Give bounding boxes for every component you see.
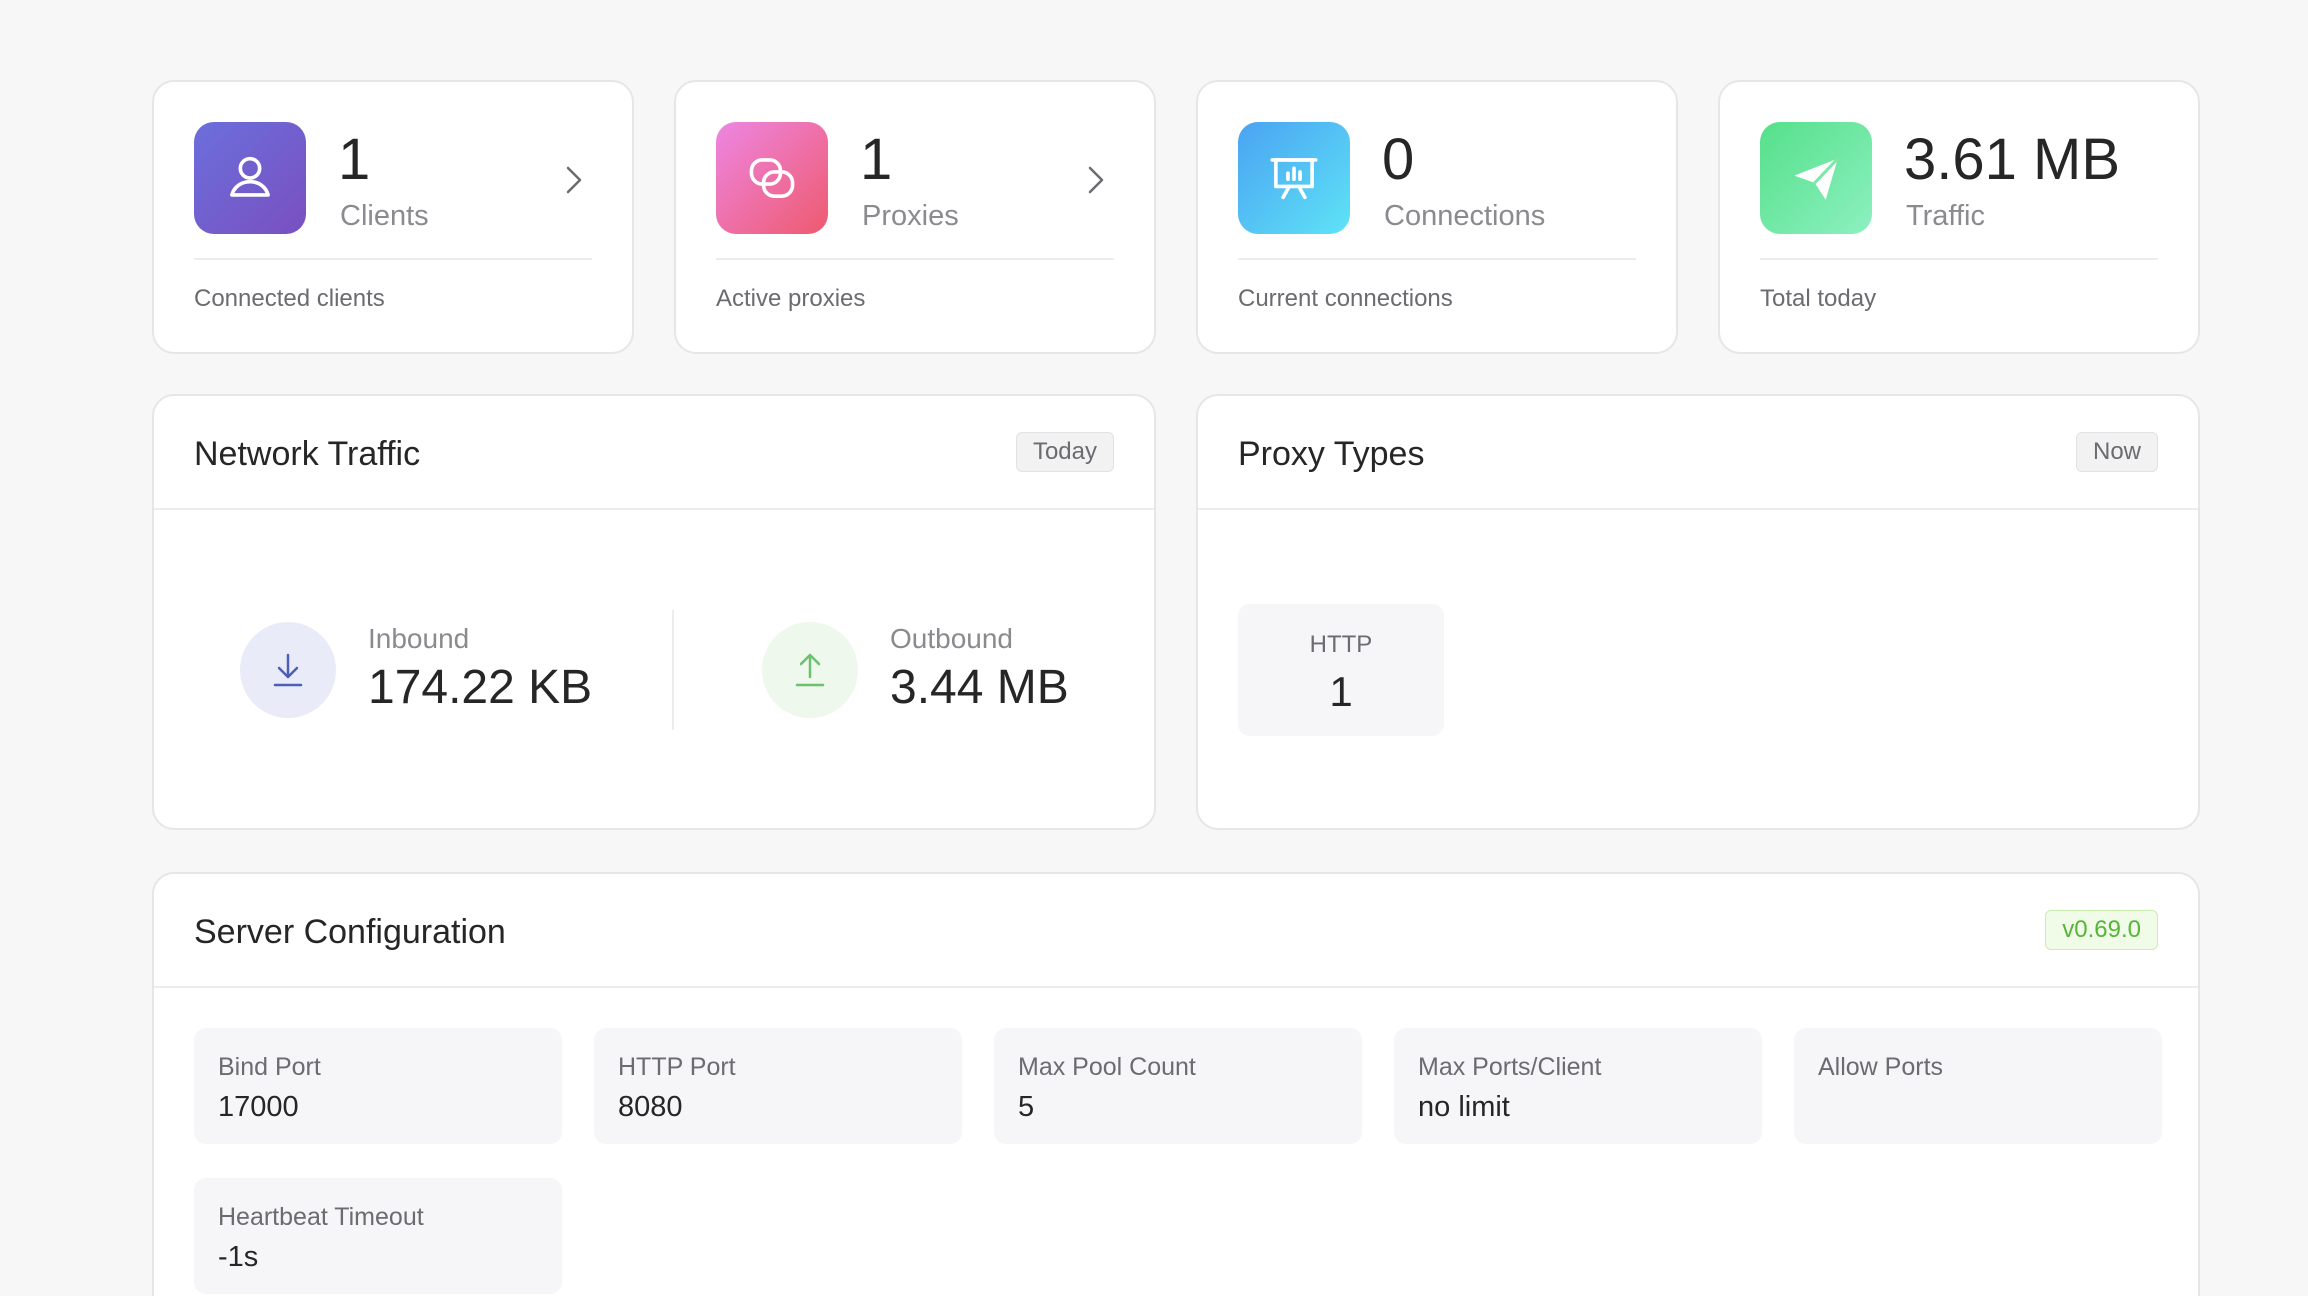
config-label: Max Ports/Client <box>1418 1053 1602 1081</box>
inbound-stat: Inbound 174.22 KB <box>240 622 620 762</box>
proxies-stat-card[interactable]: 1 Proxies Active proxies <box>674 80 1156 354</box>
link-icon <box>716 122 828 234</box>
paper-plane-icon <box>1760 122 1872 234</box>
outbound-stat: Outbound 3.44 MB <box>762 622 1142 762</box>
traffic-label: Traffic <box>1906 200 1985 232</box>
inbound-value: 174.22 KB <box>368 661 593 714</box>
proxies-count: 1 <box>860 127 893 192</box>
proxy-types-panel: Proxy Types Now HTTP 1 <box>1196 394 2200 830</box>
config-value: no limit <box>1418 1091 1510 1123</box>
divider <box>1238 258 1636 260</box>
clients-description: Connected clients <box>194 285 385 312</box>
proxy-type-count: 1 <box>1329 668 1353 715</box>
inbound-label: Inbound <box>368 623 470 654</box>
network-traffic-panel: Network Traffic Today Inbound 174.22 KB … <box>152 394 1156 830</box>
traffic-total: 3.61 MB <box>1904 127 2120 192</box>
proxy-types-title: Proxy Types <box>1238 435 1425 473</box>
chevron-right-icon[interactable] <box>1078 160 1112 200</box>
proxy-type-name: HTTP <box>1309 631 1373 658</box>
proxy-type-item: HTTP 1 <box>1238 604 1444 736</box>
config-item-max-pool-count: Max Pool Count 5 <box>994 1028 1362 1144</box>
config-item-bind-port: Bind Port 17000 <box>194 1028 562 1144</box>
network-traffic-title: Network Traffic <box>194 435 421 473</box>
period-tag: Now <box>2075 432 2158 472</box>
connections-count: 0 <box>1382 127 1415 192</box>
panel-header: Proxy Types Now <box>1198 396 2198 510</box>
config-item-http-port: HTTP Port 8080 <box>594 1028 962 1144</box>
connections-description: Current connections <box>1238 285 1453 312</box>
config-item-max-ports-client: Max Ports/Client no limit <box>1394 1028 1762 1144</box>
connections-stat-card: 0 Connections Current connections <box>1196 80 1678 354</box>
presentation-chart-icon <box>1238 122 1350 234</box>
config-value: 17000 <box>218 1091 299 1123</box>
clients-stat-card[interactable]: 1 Clients Connected clients <box>152 80 634 354</box>
config-value: 5 <box>1018 1091 1035 1123</box>
divider <box>194 258 592 260</box>
proxies-description: Active proxies <box>716 285 866 312</box>
config-value: -1s <box>218 1241 259 1273</box>
config-item-heartbeat-timeout: Heartbeat Timeout -1s <box>194 1178 562 1294</box>
server-configuration-title: Server Configuration <box>194 913 506 951</box>
connections-label: Connections <box>1384 200 1546 232</box>
panel-header: Server Configuration v0.69.0 <box>154 874 2198 988</box>
divider <box>716 258 1114 260</box>
server-configuration-panel: Server Configuration v0.69.0 Bind Port 1… <box>152 872 2200 1296</box>
download-icon <box>240 622 336 718</box>
version-badge: v0.69.0 <box>2045 910 2158 950</box>
outbound-value: 3.44 MB <box>890 661 1069 714</box>
divider <box>1760 258 2158 260</box>
panel-header: Network Traffic Today <box>154 396 1154 510</box>
config-label: Allow Ports <box>1818 1053 1944 1081</box>
config-value: 8080 <box>618 1091 683 1123</box>
config-label: Max Pool Count <box>1018 1053 1196 1081</box>
traffic-description: Total today <box>1760 285 1877 312</box>
traffic-stat-card: 3.61 MB Traffic Total today <box>1718 80 2200 354</box>
outbound-label: Outbound <box>890 623 1013 654</box>
config-label: Bind Port <box>218 1053 321 1081</box>
config-label: HTTP Port <box>618 1053 736 1081</box>
config-item-allow-ports: Allow Ports <box>1794 1028 2162 1144</box>
config-label: Heartbeat Timeout <box>218 1203 424 1231</box>
proxies-label: Proxies <box>862 200 959 232</box>
upload-icon <box>762 622 858 718</box>
user-icon <box>194 122 306 234</box>
divider <box>672 610 674 730</box>
period-tag: Today <box>1015 432 1114 472</box>
chevron-right-icon[interactable] <box>556 160 590 200</box>
clients-count: 1 <box>338 127 371 192</box>
clients-label: Clients <box>340 200 429 232</box>
